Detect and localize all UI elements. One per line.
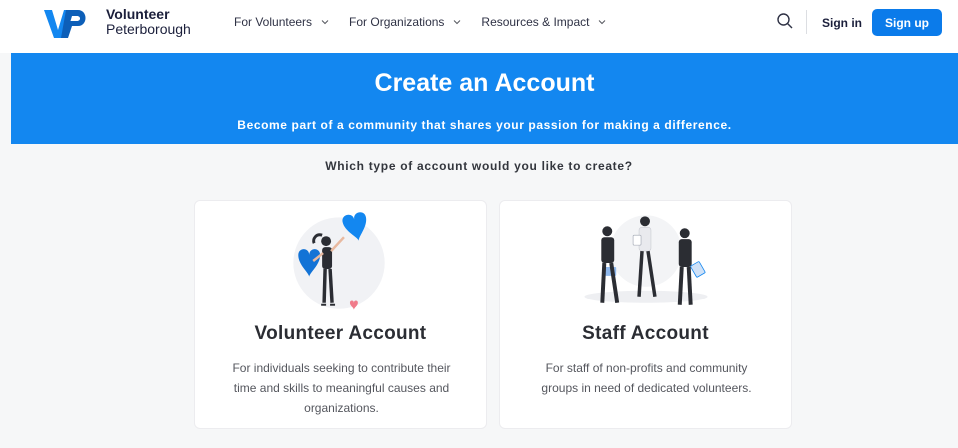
chevron-down-icon <box>454 20 461 25</box>
nav-resources-impact[interactable]: Resources & Impact <box>481 15 606 29</box>
card-description: For individuals seeking to contribute th… <box>232 361 451 415</box>
search-icon[interactable] <box>776 12 794 30</box>
card-title: Volunteer Account <box>254 323 427 344</box>
hero-banner: Create an Account Become part of a commu… <box>11 53 958 144</box>
staff-team-illustration <box>584 215 708 305</box>
card-description: For staff of non-profits and community g… <box>541 361 752 395</box>
volunteer-hearts-illustration <box>293 212 385 310</box>
logo-line-2: Peterborough <box>106 21 191 37</box>
header-divider <box>806 10 807 34</box>
vp-logo-icon[interactable] <box>44 8 88 40</box>
chevron-down-icon <box>599 20 606 25</box>
logo-line-1: Volunteer <box>106 6 170 22</box>
nav-for-organizations[interactable]: For Organizations <box>349 15 461 29</box>
staff-account-card[interactable]: Staff Account For staff of non-profits a… <box>499 200 792 429</box>
nav-for-volunteers[interactable]: For Volunteers <box>234 15 329 29</box>
chevron-down-icon <box>321 20 329 25</box>
sign-in-link[interactable]: Sign in <box>822 16 862 30</box>
site-header: Volunteer Peterborough For Volunteers Fo… <box>0 0 958 53</box>
card-title: Staff Account <box>582 323 709 344</box>
sign-up-button[interactable]: Sign up <box>872 9 942 36</box>
hero-subtitle: Become part of a community that shares y… <box>237 118 732 132</box>
nav-label: For Volunteers <box>234 15 313 29</box>
volunteer-account-card[interactable]: Volunteer Account For individuals seekin… <box>194 200 487 429</box>
nav-label: Resources & Impact <box>481 15 590 29</box>
page-title: Create an Account <box>374 69 595 97</box>
main-nav: For Volunteers For Organizations Resourc… <box>234 15 626 29</box>
account-type-question: Which type of account would you like to … <box>325 159 633 173</box>
logo-wordmark[interactable]: Volunteer Peterborough <box>106 7 191 37</box>
nav-label: For Organizations <box>349 15 445 29</box>
